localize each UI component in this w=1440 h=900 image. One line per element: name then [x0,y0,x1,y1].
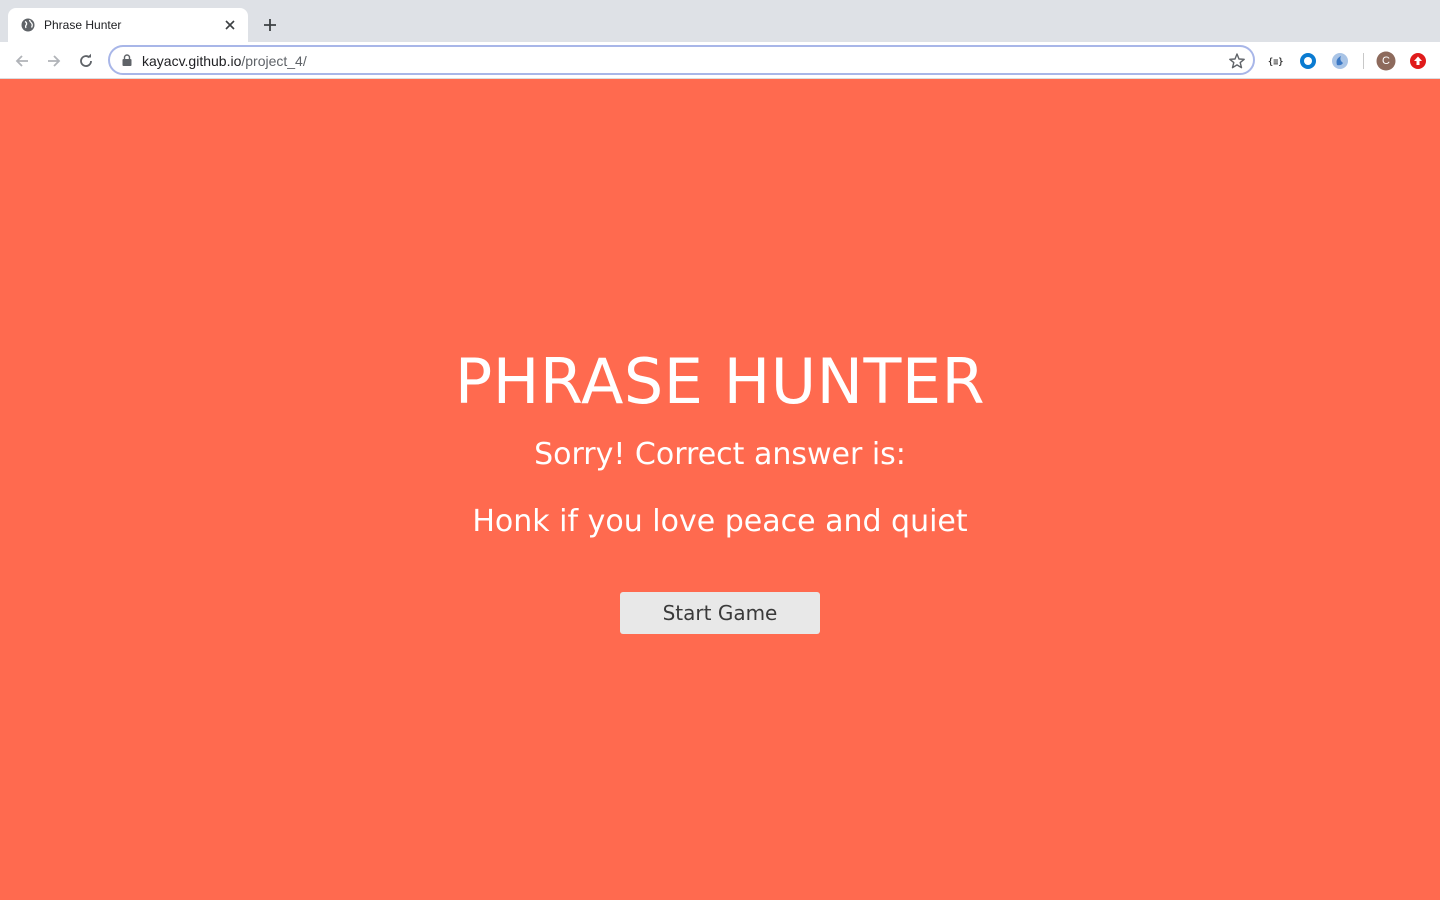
profile-initial: C [1382,55,1390,67]
new-tab-button[interactable] [258,13,282,37]
bookmark-star-icon[interactable] [1228,52,1246,70]
forward-button[interactable] [42,49,66,73]
lock-icon [120,53,134,67]
reload-icon [80,53,92,67]
globe-icon [21,18,35,32]
game-title: PHRASE HUNTER [454,345,986,418]
game-overlay: PHRASE HUNTER Sorry! Correct answer is: … [0,79,1440,900]
close-tab-icon[interactable] [222,17,238,33]
url-text: kayacv.github.io/project_4/ [142,52,307,70]
red-upload-extension-icon[interactable] [1408,51,1428,71]
blue-swirl-extension-icon[interactable] [1330,51,1350,71]
url-host: kayacv.github.io [142,53,242,69]
arrow-left-icon [15,55,28,67]
correct-phrase: Honk if you love peace and quiet [472,504,968,539]
reload-button[interactable] [74,49,98,73]
address-bar[interactable]: kayacv.github.io/project_4/ [108,45,1255,75]
url-path: /project_4/ [241,53,307,69]
profile-avatar[interactable]: C [1376,51,1396,71]
svg-text:{≡}: {≡} [1268,58,1283,68]
circle-extension-icon[interactable] [1298,51,1318,71]
plus-icon [264,19,276,31]
back-button[interactable] [10,49,34,73]
toolbar-divider [1363,53,1364,69]
browser-toolbar: kayacv.github.io/project_4/ {≡} C [0,42,1440,79]
tab-title: Phrase Hunter [44,18,122,32]
json-viewer-icon[interactable]: {≡} [1266,51,1286,71]
start-game-button[interactable]: Start Game [620,592,820,634]
arrow-right-icon [48,55,61,67]
browser-tab[interactable]: Phrase Hunter [8,8,248,42]
tab-strip: Phrase Hunter [0,0,1440,42]
game-over-message: Sorry! Correct answer is: [534,437,906,472]
